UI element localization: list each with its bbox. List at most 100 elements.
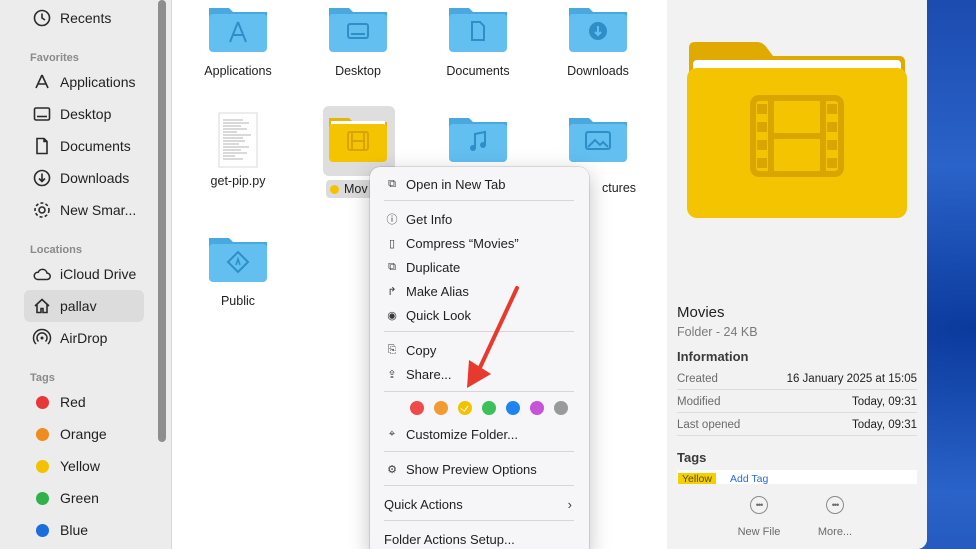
ellipsis-icon: ••• — [826, 496, 844, 514]
sidebar-item-desktop[interactable]: Desktop — [24, 98, 144, 130]
menu-get-info[interactable]: ⓘ Get Info — [384, 208, 578, 230]
red-tag-dot — [35, 395, 49, 409]
tag-chip-yellow[interactable]: Yellow — [678, 473, 716, 484]
more-button[interactable]: ••• More... — [805, 496, 865, 538]
download-icon — [30, 168, 54, 188]
tag-color-green[interactable] — [482, 401, 496, 415]
file-applications[interactable]: Applications — [178, 2, 298, 78]
menu-label: Open in New Tab — [406, 176, 506, 192]
tags-field[interactable]: Yellow Add Tag — [677, 470, 917, 484]
sidebar-item-label: Blue — [60, 522, 89, 538]
copy-icon: ⎘ — [387, 343, 397, 356]
sidebar-item-smart-folder[interactable]: New Smar... — [24, 194, 144, 226]
movies-name-label[interactable]: Mov — [326, 180, 376, 198]
file-name: Documents — [446, 64, 510, 78]
blue-tag-dot — [35, 523, 49, 537]
public-folder-icon — [207, 232, 269, 288]
sidebar-tag-red[interactable]: Red — [24, 386, 144, 418]
file-documents[interactable]: Documents — [418, 2, 538, 78]
button-label: More... — [817, 526, 853, 538]
info-value: Today, 09:31 — [851, 418, 917, 431]
yellow-tag-dot — [35, 459, 49, 473]
sidebar-item-label: iCloud Drive — [60, 266, 137, 282]
sidebar-item-label: pallav — [60, 298, 97, 314]
add-tag-link[interactable]: Add Tag — [730, 473, 768, 484]
sidebar-item-label: Applications — [60, 74, 136, 90]
tags-header: Tags — [677, 450, 707, 465]
file-name: Desktop — [335, 64, 381, 78]
button-label: New File — [737, 526, 781, 538]
info-key: Modified — [677, 395, 721, 408]
sidebar-scrollbar[interactable] — [158, 0, 166, 442]
menu-label: Copy — [406, 342, 437, 358]
menu-duplicate[interactable]: ⧉ Duplicate — [384, 256, 578, 278]
tag-color-purple[interactable] — [530, 401, 544, 415]
sidebar-item-label: New Smar... — [60, 202, 137, 218]
information-header: Information — [677, 349, 749, 364]
menu-open-new-tab[interactable]: ⧉ Open in New Tab — [384, 173, 578, 195]
cloud-icon — [30, 264, 54, 284]
sidebar-item-label: Orange — [60, 426, 107, 442]
file-downloads[interactable]: Downloads — [538, 2, 658, 78]
pictures-folder-icon — [567, 112, 629, 168]
menu-quick-actions[interactable]: Quick Actions › — [384, 493, 578, 515]
menu-show-preview-options[interactable]: ⚙ Show Preview Options — [384, 458, 578, 480]
favorites-header: Favorites — [30, 52, 79, 64]
file-pictures[interactable] — [538, 112, 658, 168]
sidebar-item-home[interactable]: pallav — [24, 290, 144, 322]
sidebar-item-downloads[interactable]: Downloads — [24, 162, 144, 194]
desktop-icon — [30, 104, 54, 124]
file-movies[interactable] — [298, 112, 418, 168]
sidebar-item-label: AirDrop — [60, 330, 108, 346]
file-name: get-pip.py — [210, 174, 266, 188]
tag-color-red[interactable] — [410, 401, 424, 415]
movies-large-folder-icon — [685, 40, 909, 227]
sidebar-tag-orange[interactable]: Orange — [24, 418, 144, 450]
file-desktop[interactable]: Desktop — [298, 2, 418, 78]
info-row-modified: Modified Today, 09:31 — [677, 391, 917, 413]
sidebar-item-recents[interactable]: Recents — [24, 2, 144, 34]
sidebar-item-applications[interactable]: Applications — [24, 66, 144, 98]
sidebar-tag-yellow[interactable]: Yellow — [24, 450, 144, 482]
documents-folder-icon — [447, 2, 509, 58]
archive-icon: ▯ — [388, 237, 396, 250]
menu-separator — [384, 485, 574, 486]
preview-title: Movies — [677, 304, 725, 321]
sidebar-item-documents[interactable]: Documents — [24, 130, 144, 162]
tag-color-orange[interactable] — [434, 401, 448, 415]
info-key: Created — [677, 372, 718, 385]
document-icon — [30, 136, 54, 156]
file-get-pip[interactable]: get-pip.py — [178, 112, 298, 188]
ellipsis-icon: ••• — [750, 496, 768, 514]
file-name: ctures — [602, 181, 637, 195]
sidebar-item-label: Green — [60, 490, 99, 506]
tag-color-blue[interactable] — [506, 401, 520, 415]
menu-folder-actions-setup[interactable]: Folder Actions Setup... — [384, 528, 578, 549]
new-file-button[interactable]: ••• New File — [729, 496, 789, 538]
house-icon — [30, 296, 54, 316]
file-public[interactable]: Public — [178, 232, 298, 308]
eye-icon: ◉ — [387, 309, 397, 322]
applications-folder-icon — [207, 2, 269, 58]
sidebar-item-icloud[interactable]: iCloud Drive — [24, 258, 144, 290]
clock-icon — [30, 8, 54, 28]
tag-color-gray[interactable] — [554, 401, 568, 415]
menu-separator — [384, 200, 574, 201]
menu-separator — [384, 520, 574, 521]
menu-customize-folder[interactable]: ⌖ Customize Folder... — [384, 423, 578, 445]
file-music[interactable] — [418, 112, 538, 168]
sidebar-tag-blue[interactable]: Blue — [24, 514, 144, 546]
menu-label: Duplicate — [406, 259, 461, 275]
preview-pane: Movies Folder - 24 KB Information Create… — [667, 0, 927, 549]
menu-separator — [384, 451, 574, 452]
tag-color-yellow[interactable] — [458, 401, 472, 415]
sidebar-item-label: Downloads — [60, 170, 130, 186]
airdrop-icon — [30, 328, 54, 348]
menu-compress[interactable]: ▯ Compress “Movies” — [384, 232, 578, 254]
sidebar-item-airdrop[interactable]: AirDrop — [24, 322, 144, 354]
sidebar-tag-green[interactable]: Green — [24, 482, 144, 514]
info-value: Today, 09:31 — [851, 395, 917, 408]
tags-header: Tags — [30, 372, 55, 384]
applications-icon — [30, 72, 54, 92]
movies-folder-icon — [327, 112, 389, 168]
